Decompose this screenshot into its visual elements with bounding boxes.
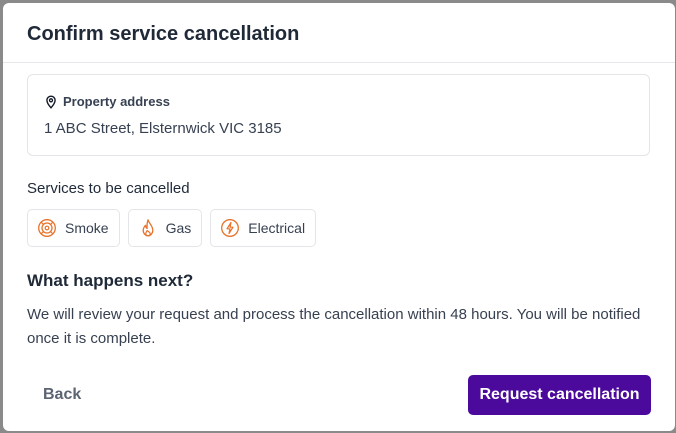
services-heading: Services to be cancelled xyxy=(27,180,190,197)
property-address-value: 1 ABC Street, Elsternwick VIC 3185 xyxy=(44,120,282,137)
property-address-label: Property address xyxy=(63,94,170,109)
cancellation-dialog: Confirm service cancellation Property ad… xyxy=(3,3,675,431)
services-list: Smoke Gas Electrical xyxy=(27,209,324,247)
property-address-card: Property address 1 ABC Street, Elsternwi… xyxy=(27,74,650,156)
lightning-icon xyxy=(220,218,240,238)
service-chip-electrical: Electrical xyxy=(210,209,317,247)
service-chip-smoke: Smoke xyxy=(27,209,120,247)
dialog-title: Confirm service cancellation xyxy=(27,23,300,45)
service-chip-label: Electrical xyxy=(248,220,306,236)
service-chip-label: Gas xyxy=(165,220,192,236)
flame-icon xyxy=(138,218,158,238)
request-cancellation-button[interactable]: Request cancellation xyxy=(468,375,651,415)
service-chip-gas: Gas xyxy=(127,209,203,247)
smoke-alarm-icon xyxy=(37,218,57,238)
what-happens-next-body: We will review your request and process … xyxy=(27,306,641,347)
service-chip-label: Smoke xyxy=(65,220,109,236)
property-address-label-row: Property address xyxy=(44,94,170,109)
what-happens-next-heading: What happens next? xyxy=(27,271,194,290)
header-divider xyxy=(3,62,675,63)
map-pin-icon xyxy=(44,94,58,109)
back-button[interactable]: Back xyxy=(27,375,97,415)
